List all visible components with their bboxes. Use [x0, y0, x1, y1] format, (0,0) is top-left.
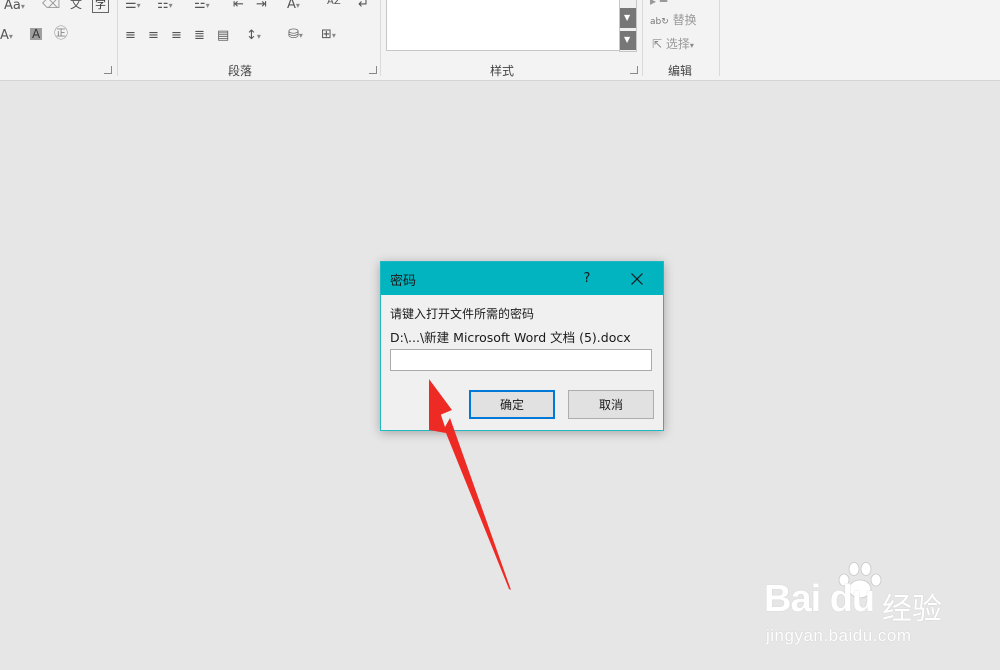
watermark-url: jingyan.baidu.com	[766, 626, 912, 645]
baidu-jingyan-watermark: Bai du 经验 jingyan.baidu.com	[762, 560, 962, 660]
watermark-brand: Bai du	[764, 578, 875, 620]
watermark-cn: 经验	[882, 592, 942, 627]
